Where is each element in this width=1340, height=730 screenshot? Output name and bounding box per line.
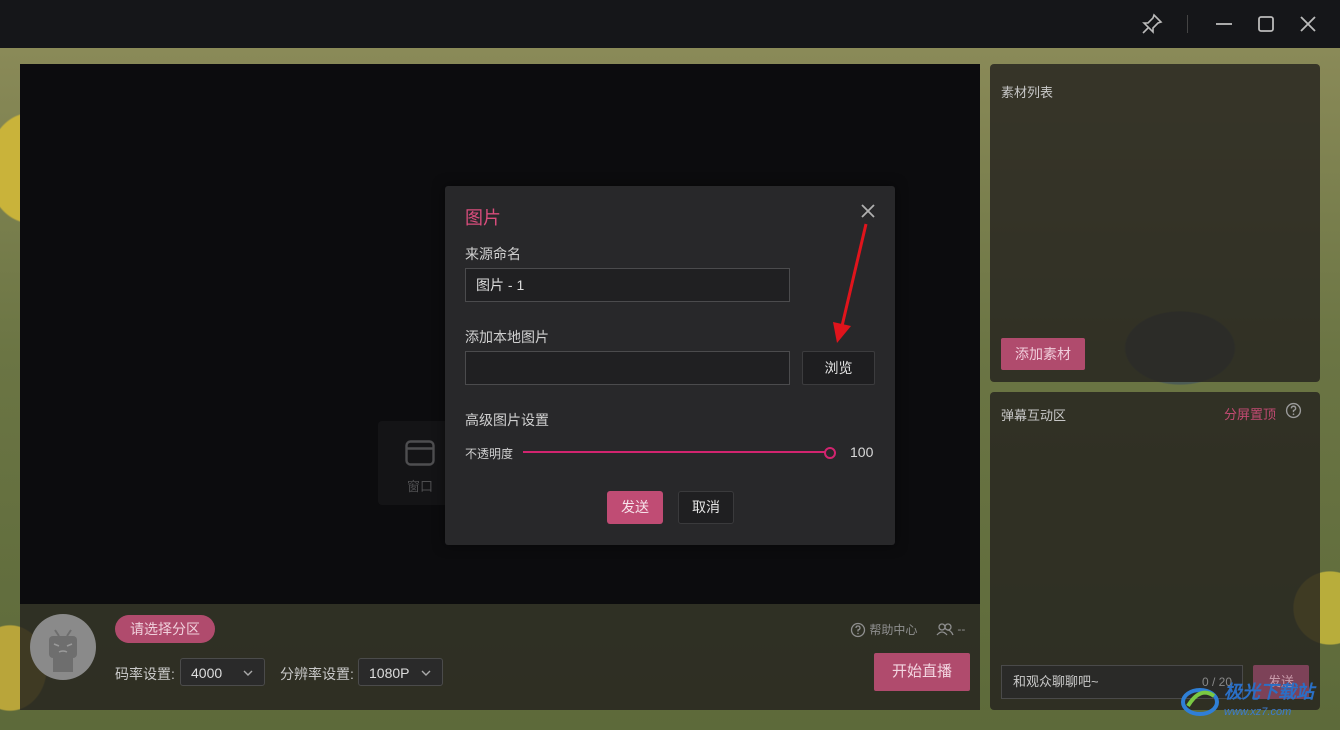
site-logo-icon [1181, 688, 1219, 716]
users-icon [936, 623, 954, 636]
chevron-down-icon [243, 670, 253, 676]
chevron-down-icon [421, 670, 431, 676]
chat-input-placeholder: 和观众聊聊吧~ [1013, 674, 1099, 689]
source-name-value: 图片 - 1 [476, 277, 525, 293]
maximize-icon[interactable] [1254, 12, 1278, 36]
viewer-count: -- [936, 621, 965, 637]
opacity-slider-handle[interactable] [824, 447, 836, 459]
opacity-value: 100 [850, 444, 874, 460]
watermark-text: 极光下载站 [1224, 682, 1314, 702]
bottom-control-bar: 请选择分区 码率设置: 4000 分辨率设置: 1080P 帮助中心 -- 开始… [20, 604, 980, 710]
source-name-label: 来源命名 [465, 246, 521, 262]
split-screen-pin-link[interactable]: 分屏置顶 [1224, 404, 1276, 423]
close-icon[interactable] [858, 201, 878, 221]
opacity-label: 不透明度 [465, 447, 514, 461]
dialog-title: 图片 [465, 208, 501, 228]
add-material-button[interactable]: 添加素材 [1001, 338, 1085, 370]
cancel-button[interactable]: 取消 [678, 491, 734, 524]
image-source-dialog: 图片 来源命名 图片 - 1 添加本地图片 浏览 高级图片设置 不透明度 100… [445, 186, 895, 545]
help-center-label: 帮助中心 [869, 623, 918, 637]
close-window-icon[interactable] [1296, 12, 1320, 36]
start-live-button[interactable]: 开始直播 [874, 653, 970, 691]
pin-icon[interactable] [1140, 12, 1164, 36]
bitrate-select[interactable]: 4000 [180, 658, 265, 686]
help-icon[interactable] [1285, 402, 1302, 419]
browse-button[interactable]: 浏览 [802, 351, 875, 385]
help-center-link[interactable]: 帮助中心 [850, 621, 917, 638]
local-image-path-input[interactable] [465, 351, 790, 385]
danmaku-title: 弹幕互动区 [1001, 408, 1067, 423]
window-icon [405, 440, 435, 466]
advanced-settings-label: 高级图片设置 [465, 412, 549, 428]
avatar[interactable] [30, 614, 96, 680]
site-watermark: 极光下载站 www.xz7.com [1180, 676, 1335, 728]
opacity-slider-track[interactable] [523, 451, 829, 453]
resolution-label: 分辨率设置: [280, 666, 354, 682]
bitrate-value: 4000 [191, 665, 223, 681]
bitrate-label: 码率设置: [115, 666, 175, 682]
resolution-value: 1080P [369, 665, 410, 681]
materials-panel: 素材列表 添加素材 [990, 64, 1320, 382]
danmaku-panel: 弹幕互动区 分屏置顶 和观众聊聊吧~ 0 / 20 发送 [990, 392, 1320, 710]
help-icon [850, 622, 866, 638]
viewer-count-label: -- [957, 622, 966, 636]
local-image-label: 添加本地图片 [465, 329, 549, 345]
title-bar [0, 0, 1340, 48]
source-name-input[interactable]: 图片 - 1 [465, 268, 790, 302]
select-zone-button[interactable]: 请选择分区 [115, 615, 215, 643]
send-button[interactable]: 发送 [607, 491, 663, 524]
watermark-url: www.xz7.com [1224, 706, 1292, 718]
title-bar-separator [1187, 15, 1188, 33]
resolution-select[interactable]: 1080P [358, 658, 443, 686]
materials-title: 素材列表 [1001, 85, 1054, 100]
minimize-icon[interactable] [1212, 12, 1236, 36]
